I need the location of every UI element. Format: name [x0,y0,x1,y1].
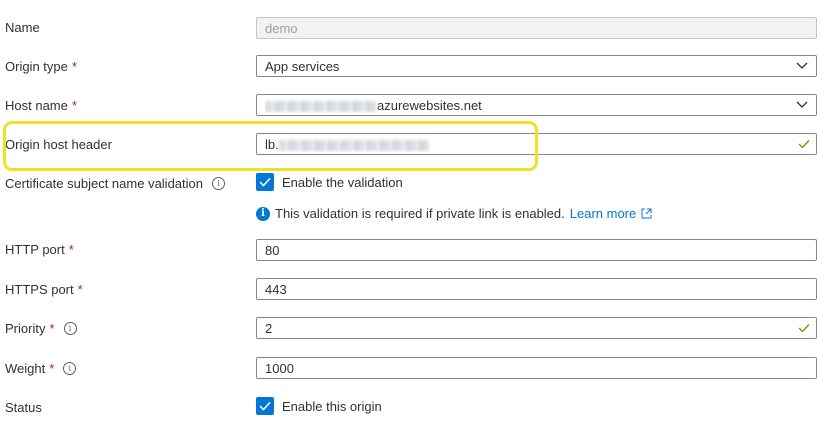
http-port-input[interactable]: 80 [256,239,817,261]
host-name-select[interactable]: azurewebsites.net [256,94,817,116]
weight-label-text: Weight [5,361,46,376]
weight-label: Weight * i [5,361,77,376]
name-label: Name [5,20,40,35]
http-port-value: 80 [265,242,280,258]
priority-value: 2 [265,320,273,336]
host-name-label: Host name * [5,98,77,113]
info-icon[interactable]: i [63,362,77,375]
origin-type-select[interactable]: App services [256,55,817,77]
required-marker: * [71,59,77,74]
name-field: demo [256,17,817,39]
checkmark-icon [798,324,810,333]
checkmark-icon [259,401,271,411]
chevron-down-icon [796,101,808,108]
host-name-value: azurewebsites.net [265,98,808,113]
origin-host-header-input[interactable]: lb. [256,133,817,155]
required-marker: * [71,98,77,113]
info-message: i This validation is required if private… [256,206,652,221]
host-name-suffix: azurewebsites.net [377,97,482,113]
origin-type-label: Origin type * [5,59,77,74]
info-icon: i [256,206,270,221]
cert-validation-label: Certificate subject name validation i [5,176,225,191]
required-marker: * [68,242,74,257]
info-icon[interactable]: i [63,322,77,335]
http-port-label-text: HTTP port [5,242,65,257]
origin-type-value: App services [265,58,340,74]
origin-type-label-text: Origin type [5,59,68,74]
status-label: Status [5,400,42,415]
checkmark-icon [259,177,271,187]
https-port-value: 443 [265,281,287,297]
required-marker: * [49,321,55,336]
status-checkbox-row[interactable]: Enable this origin [256,397,382,415]
origin-host-header-label: Origin host header [5,137,112,152]
chevron-down-icon [796,62,808,69]
required-marker: * [49,361,55,376]
https-port-label-text: HTTPS port [5,282,74,297]
redacted-text [278,139,429,151]
checkmark-icon [798,140,810,149]
priority-input[interactable]: 2 [256,317,817,339]
cert-validation-label-text: Certificate subject name validation [5,176,203,191]
required-marker: * [77,282,83,297]
priority-label-text: Priority [5,321,46,336]
name-value: demo [265,20,298,36]
https-port-label: HTTPS port * [5,282,83,297]
learn-more-link[interactable]: Learn more [570,206,636,221]
info-message-text: This validation is required if private l… [275,206,565,221]
status-label-text: Status [5,400,42,415]
external-link-icon[interactable] [641,208,652,219]
http-port-label: HTTP port * [5,242,74,257]
origin-host-header-prefix: lb. [265,136,279,152]
priority-label: Priority * i [5,321,77,336]
enable-origin-checkbox[interactable] [256,397,274,415]
origin-host-header-label-text: Origin host header [5,137,112,152]
enable-origin-checkbox-label: Enable this origin [282,398,382,414]
host-name-label-text: Host name [5,98,68,113]
origin-host-header-value: lb. [265,137,808,152]
cert-validation-checkbox-row[interactable]: Enable the validation [256,173,403,191]
cert-validation-checkbox[interactable] [256,173,274,191]
cert-validation-checkbox-label: Enable the validation [282,174,403,190]
info-icon[interactable]: i [212,177,225,190]
https-port-input[interactable]: 443 [256,278,817,300]
weight-input[interactable]: 1000 [256,357,817,379]
redacted-text [265,100,377,112]
name-label-text: Name [5,20,40,35]
weight-value: 1000 [265,360,294,376]
